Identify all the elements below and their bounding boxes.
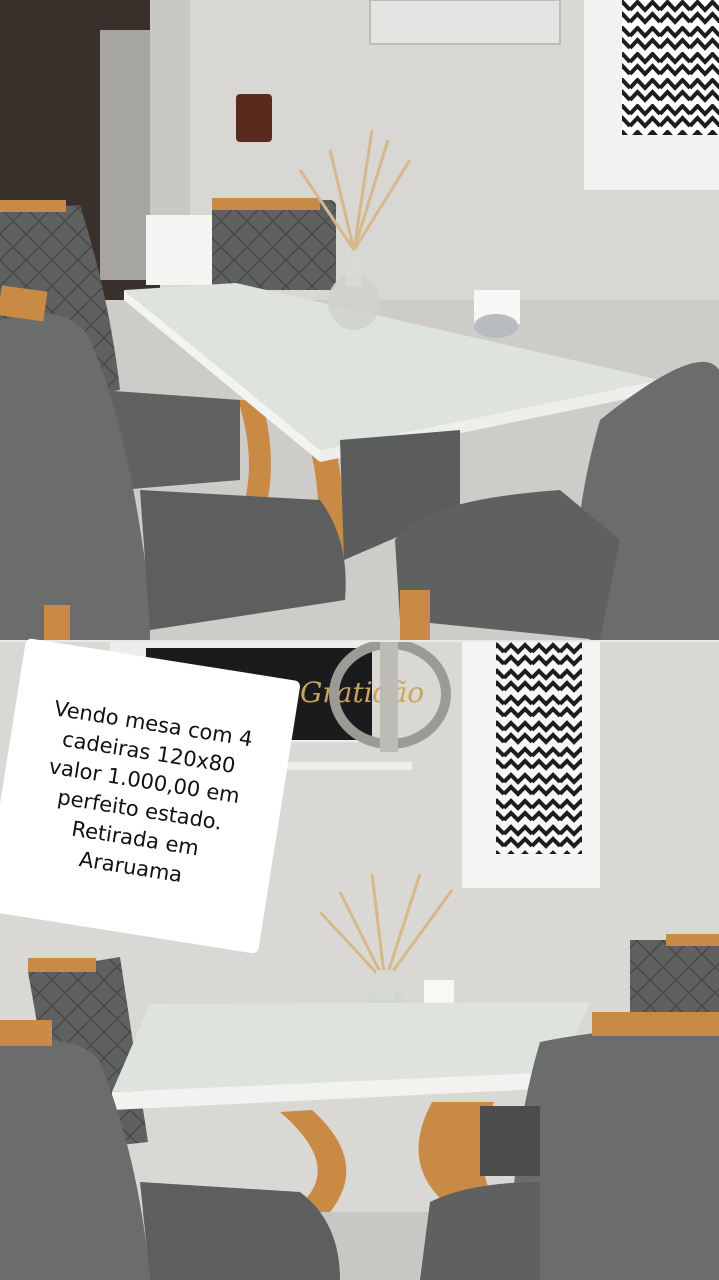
listing-caption: Vendo mesa com 4 cadeiras 120x80 valor 1… bbox=[0, 637, 301, 955]
wall-sign-text: Gratidão bbox=[300, 676, 424, 709]
dining-set-photo-angle-1 bbox=[0, 0, 719, 640]
photo-drawing bbox=[0, 0, 719, 640]
